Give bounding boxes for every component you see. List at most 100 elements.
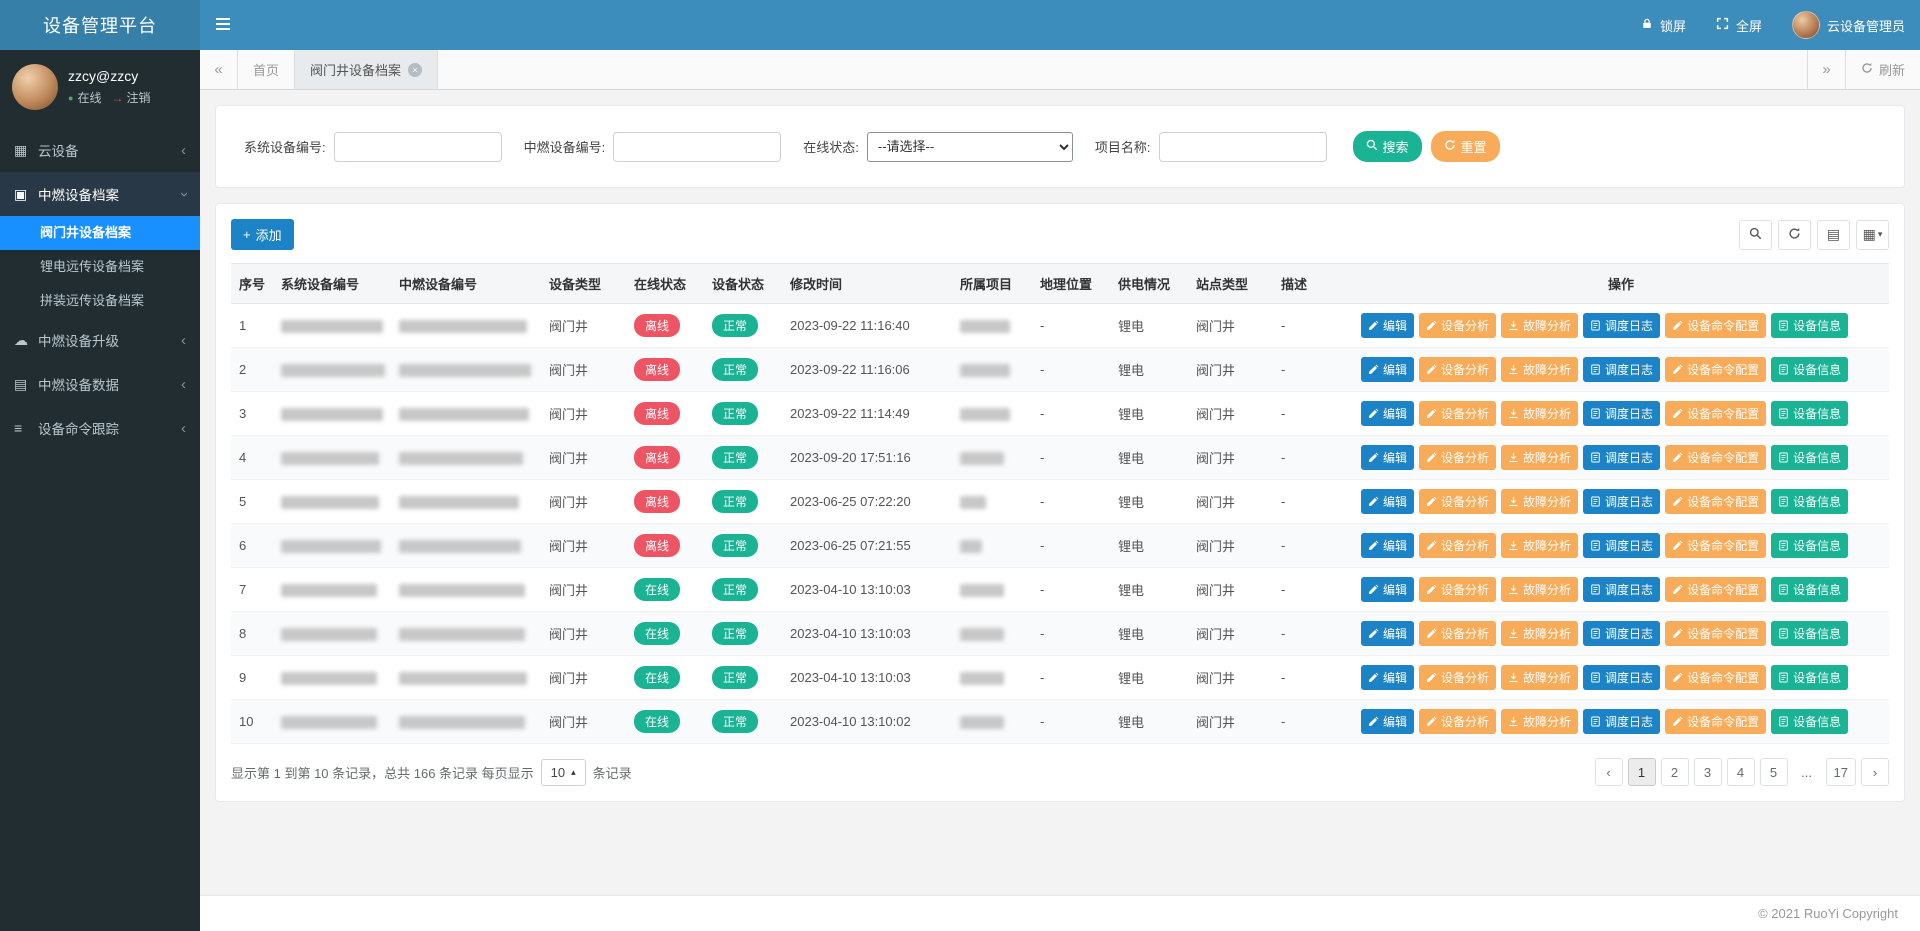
sidebar-toggle-button[interactable] <box>200 0 246 50</box>
device-info-button[interactable]: 设备信息 <box>1771 665 1848 690</box>
fault-analysis-button[interactable]: 故障分析 <box>1501 533 1578 558</box>
device-info-button[interactable]: 设备信息 <box>1771 445 1848 470</box>
device-analysis-button[interactable]: 设备分析 <box>1419 621 1496 646</box>
device-command-config-button[interactable]: 设备命令配置 <box>1665 577 1766 602</box>
edit-button[interactable]: 编辑 <box>1361 357 1414 382</box>
tab-item[interactable]: 阀门井设备档案× <box>295 50 438 89</box>
device-command-config-button[interactable]: 设备命令配置 <box>1665 709 1766 734</box>
fault-analysis-button[interactable]: 故障分析 <box>1501 489 1578 514</box>
edit-button[interactable]: 编辑 <box>1361 313 1414 338</box>
dispatch-log-button[interactable]: 调度日志 <box>1583 489 1660 514</box>
logout-link[interactable]: → 注销 <box>111 89 150 106</box>
tab-refresh-button[interactable]: 刷新 <box>1845 50 1920 89</box>
reset-button[interactable]: 重置 <box>1431 131 1500 162</box>
device-command-config-button[interactable]: 设备命令配置 <box>1665 665 1766 690</box>
dispatch-log-button[interactable]: 调度日志 <box>1583 445 1660 470</box>
device-info-button[interactable]: 设备信息 <box>1771 621 1848 646</box>
device-command-config-button[interactable]: 设备命令配置 <box>1665 489 1766 514</box>
next-page-button[interactable]: › <box>1861 758 1889 786</box>
page-button-3[interactable]: 3 <box>1694 758 1722 786</box>
device-info-button[interactable]: 设备信息 <box>1771 533 1848 558</box>
edit-button[interactable]: 编辑 <box>1361 445 1414 470</box>
device-analysis-button[interactable]: 设备分析 <box>1419 665 1496 690</box>
prev-page-button[interactable]: ‹ <box>1595 758 1623 786</box>
user-menu[interactable]: 云设备管理员 <box>1777 0 1920 50</box>
edit-button[interactable]: 编辑 <box>1361 709 1414 734</box>
app-logo[interactable]: 设备管理平台 <box>0 0 200 50</box>
tab-item[interactable]: 首页 <box>238 50 295 89</box>
device-command-config-button[interactable]: 设备命令配置 <box>1665 357 1766 382</box>
tabs-scroll-left-button[interactable]: « <box>200 50 238 89</box>
sys-device-no-input[interactable] <box>334 132 502 162</box>
fault-analysis-button[interactable]: 故障分析 <box>1501 313 1578 338</box>
tabs-scroll-right-button[interactable]: » <box>1807 50 1845 89</box>
dispatch-log-button[interactable]: 调度日志 <box>1583 313 1660 338</box>
close-tab-icon[interactable]: × <box>408 63 422 77</box>
dispatch-log-button[interactable]: 调度日志 <box>1583 533 1660 558</box>
dispatch-log-button[interactable]: 调度日志 <box>1583 709 1660 734</box>
device-info-button[interactable]: 设备信息 <box>1771 313 1848 338</box>
device-analysis-button[interactable]: 设备分析 <box>1419 313 1496 338</box>
page-button-5[interactable]: 5 <box>1760 758 1788 786</box>
fault-analysis-button[interactable]: 故障分析 <box>1501 665 1578 690</box>
device-command-config-button[interactable]: 设备命令配置 <box>1665 401 1766 426</box>
device-info-button[interactable]: 设备信息 <box>1771 709 1848 734</box>
device-analysis-button[interactable]: 设备分析 <box>1419 357 1496 382</box>
edit-button[interactable]: 编辑 <box>1361 533 1414 558</box>
fault-analysis-button[interactable]: 故障分析 <box>1501 445 1578 470</box>
device-command-config-button[interactable]: 设备命令配置 <box>1665 621 1766 646</box>
sidebar-subitem-拼装远传设备档案[interactable]: 拼装远传设备档案 <box>0 284 200 318</box>
fault-analysis-button[interactable]: 故障分析 <box>1501 621 1578 646</box>
page-button-2[interactable]: 2 <box>1661 758 1689 786</box>
search-button[interactable]: 搜索 <box>1353 131 1422 162</box>
project-name-input[interactable] <box>1159 132 1327 162</box>
device-info-button[interactable]: 设备信息 <box>1771 401 1848 426</box>
sidebar-subitem-阀门井设备档案[interactable]: 阀门井设备档案 <box>0 216 200 250</box>
table-search-button[interactable] <box>1739 220 1772 250</box>
page-button-1[interactable]: 1 <box>1628 758 1656 786</box>
device-analysis-button[interactable]: 设备分析 <box>1419 489 1496 514</box>
sidebar-item-云设备[interactable]: ▦云设备‹ <box>0 128 200 172</box>
table-toggle-view-button[interactable]: ▤ <box>1817 220 1850 250</box>
device-command-config-button[interactable]: 设备命令配置 <box>1665 445 1766 470</box>
edit-button[interactable]: 编辑 <box>1361 489 1414 514</box>
dispatch-log-button[interactable]: 调度日志 <box>1583 357 1660 382</box>
sidebar-item-中燃设备升级[interactable]: ☁中燃设备升级‹ <box>0 318 200 362</box>
edit-button[interactable]: 编辑 <box>1361 621 1414 646</box>
edit-button[interactable]: 编辑 <box>1361 401 1414 426</box>
dispatch-log-button[interactable]: 调度日志 <box>1583 665 1660 690</box>
add-button[interactable]: + 添加 <box>231 219 294 250</box>
device-info-button[interactable]: 设备信息 <box>1771 489 1848 514</box>
device-info-button[interactable]: 设备信息 <box>1771 577 1848 602</box>
cn-device-no-input[interactable] <box>613 132 781 162</box>
device-analysis-button[interactable]: 设备分析 <box>1419 401 1496 426</box>
sidebar-item-中燃设备数据[interactable]: ▤中燃设备数据‹ <box>0 362 200 406</box>
online-status-select[interactable]: --请选择-- <box>867 132 1073 162</box>
fault-analysis-button[interactable]: 故障分析 <box>1501 577 1578 602</box>
page-button-4[interactable]: 4 <box>1727 758 1755 786</box>
sidebar-item-中燃设备档案[interactable]: ▣中燃设备档案‹ <box>0 172 200 216</box>
edit-button[interactable]: 编辑 <box>1361 577 1414 602</box>
lock-screen-button[interactable]: 锁屏 <box>1626 0 1701 50</box>
fault-analysis-button[interactable]: 故障分析 <box>1501 357 1578 382</box>
fault-analysis-button[interactable]: 故障分析 <box>1501 709 1578 734</box>
table-refresh-button[interactable] <box>1778 220 1811 250</box>
device-info-button[interactable]: 设备信息 <box>1771 357 1848 382</box>
device-analysis-button[interactable]: 设备分析 <box>1419 709 1496 734</box>
device-command-config-button[interactable]: 设备命令配置 <box>1665 533 1766 558</box>
page-size-select[interactable]: 10 ▴ <box>541 759 586 786</box>
fault-analysis-button[interactable]: 故障分析 <box>1501 401 1578 426</box>
sidebar-item-设备命令跟踪[interactable]: ≡设备命令跟踪‹ <box>0 406 200 450</box>
dispatch-log-button[interactable]: 调度日志 <box>1583 577 1660 602</box>
device-analysis-button[interactable]: 设备分析 <box>1419 577 1496 602</box>
table-columns-button[interactable]: ▦ ▾ <box>1856 220 1889 250</box>
device-analysis-button[interactable]: 设备分析 <box>1419 445 1496 470</box>
page-button-17[interactable]: 17 <box>1826 758 1856 786</box>
edit-button[interactable]: 编辑 <box>1361 665 1414 690</box>
sidebar-avatar[interactable] <box>12 64 58 110</box>
dispatch-log-button[interactable]: 调度日志 <box>1583 621 1660 646</box>
dispatch-log-button[interactable]: 调度日志 <box>1583 401 1660 426</box>
device-analysis-button[interactable]: 设备分析 <box>1419 533 1496 558</box>
fullscreen-button[interactable]: 全屏 <box>1701 0 1777 50</box>
device-command-config-button[interactable]: 设备命令配置 <box>1665 313 1766 338</box>
